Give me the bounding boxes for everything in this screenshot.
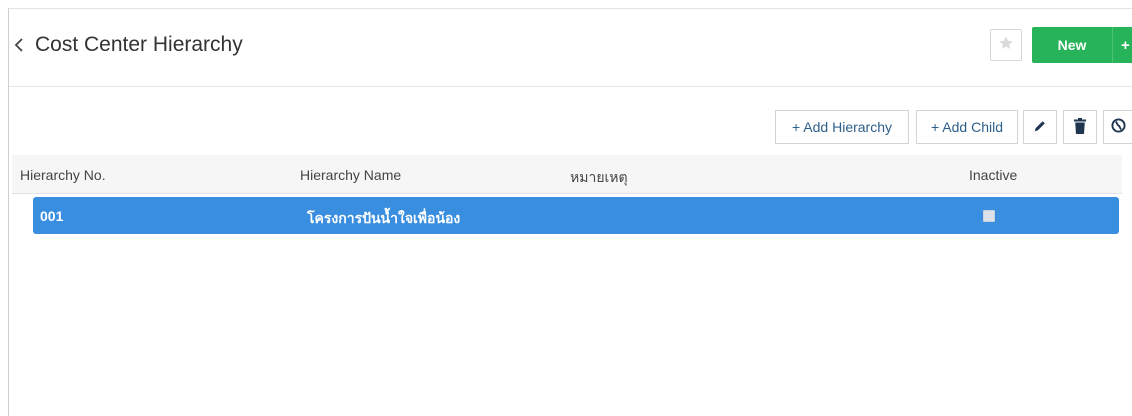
favorite-button[interactable] <box>990 29 1022 61</box>
edit-button[interactable] <box>1023 110 1057 144</box>
delete-button[interactable] <box>1063 110 1097 144</box>
table-header: Hierarchy No. Hierarchy Name หมายเหตุ In… <box>12 155 1122 194</box>
column-header-remark[interactable]: หมายเหตุ <box>570 167 628 189</box>
app-frame: Cost Center Hierarchy New + + Add Hierar… <box>8 8 1132 416</box>
globe-icon <box>1111 118 1126 136</box>
delete-icon <box>1074 117 1086 137</box>
edit-icon <box>1033 119 1047 136</box>
column-header-hierarchy-no[interactable]: Hierarchy No. <box>20 167 106 183</box>
column-header-hierarchy-name[interactable]: Hierarchy Name <box>300 167 401 183</box>
new-dropdown-button[interactable]: + <box>1112 27 1132 63</box>
page-title: Cost Center Hierarchy <box>35 33 243 56</box>
column-header-inactive[interactable]: Inactive <box>969 167 1017 183</box>
add-hierarchy-button[interactable]: + Add Hierarchy <box>775 110 909 144</box>
page-header: Cost Center Hierarchy <box>9 9 1132 87</box>
add-child-button[interactable]: + Add Child <box>916 110 1018 144</box>
inactive-checkbox[interactable] <box>983 210 995 222</box>
new-button[interactable]: New <box>1032 27 1112 63</box>
star-icon <box>998 35 1014 56</box>
table-row[interactable]: 001 โครงการปันน้ำใจเพื่อน้อง <box>33 197 1119 234</box>
cell-hierarchy-no: 001 <box>40 208 64 224</box>
back-chevron-icon[interactable] <box>11 34 27 56</box>
globe-button[interactable] <box>1103 110 1132 144</box>
cell-hierarchy-name: โครงการปันน้ำใจเพื่อน้อง <box>307 210 461 226</box>
